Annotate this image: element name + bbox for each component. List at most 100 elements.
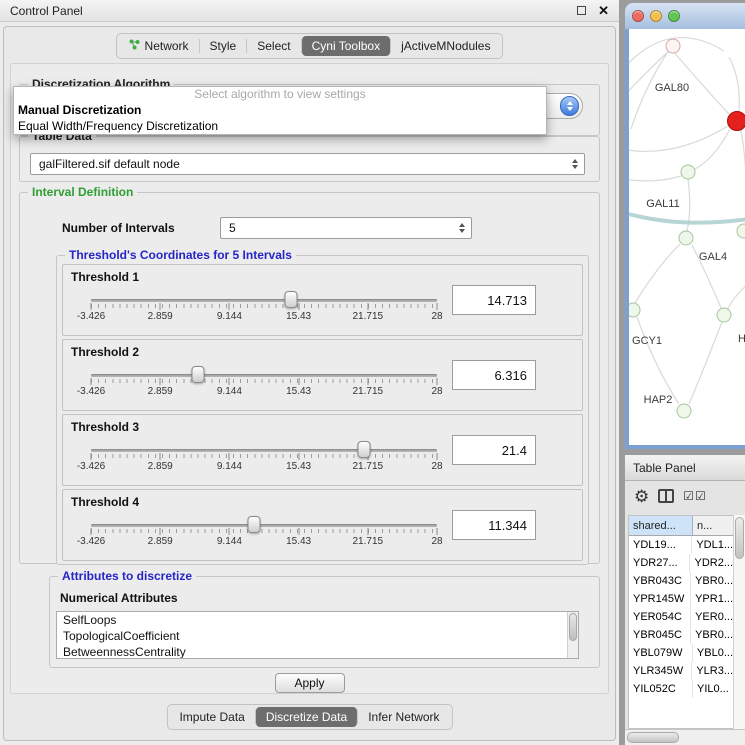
slider-track[interactable] [91, 449, 437, 452]
table-cell[interactable]: YBR0... [691, 626, 733, 644]
table-row[interactable]: YBR043C YBR0... [629, 572, 733, 590]
columns-icon[interactable] [658, 489, 674, 503]
list-vertical-scrollbar[interactable] [567, 612, 578, 658]
slider-major-tick [437, 528, 438, 535]
threshold-value-field[interactable] [452, 360, 536, 390]
slider-scale-label: 9.144 [217, 311, 242, 322]
table-row[interactable]: YDL19... YDL1... [629, 536, 733, 554]
network-canvas[interactable]: GAL80 GAL11 GAL4 GCY1 HAP2 H [629, 29, 745, 445]
threshold-slider[interactable]: -3.426 2.859 9.144 15.43 21.715 28 [91, 514, 437, 554]
slider-knob[interactable] [358, 441, 371, 458]
list-item[interactable]: TopologicalCoefficient [57, 628, 578, 644]
network-node[interactable] [717, 308, 732, 323]
table-cell[interactable]: YER0... [691, 608, 733, 626]
apply-button[interactable]: Apply [275, 673, 345, 693]
combo-value: 5 [229, 221, 236, 235]
table-cell[interactable]: YPR1... [691, 590, 733, 608]
select-columns-icons[interactable]: ☑☑ [683, 489, 707, 503]
algorithm-option-equal-width[interactable]: Equal Width/Frequency Discretization [14, 118, 546, 134]
table-cell[interactable]: YDR2... [690, 554, 733, 572]
tab-cyni-toolbox[interactable]: Cyni Toolbox [302, 36, 390, 56]
network-node-red[interactable] [727, 111, 745, 131]
close-window-icon[interactable]: ✕ [598, 4, 609, 17]
column-header-name[interactable]: n... [693, 516, 733, 535]
table-cell[interactable]: YLR345W [629, 662, 692, 680]
network-node[interactable] [737, 224, 745, 239]
table-row[interactable]: YLR345W YLR3... [629, 662, 733, 680]
scrollbar-thumb[interactable] [735, 517, 744, 559]
table-row[interactable]: YDR27... YDR2... [629, 554, 733, 572]
slider-scale-label: 2.859 [148, 386, 173, 397]
tab-style[interactable]: Style [200, 36, 247, 56]
table-row[interactable]: YBR045C YBR0... [629, 626, 733, 644]
threshold-label: Threshold 4 [71, 495, 139, 509]
table-cell[interactable]: YPR145W [629, 590, 691, 608]
network-node[interactable] [679, 231, 694, 246]
slider-knob[interactable] [284, 291, 297, 308]
network-node[interactable] [681, 165, 696, 180]
control-panel-window: Control Panel ✕ [0, 0, 619, 745]
table-cell[interactable]: YBR043C [629, 572, 691, 590]
table-row[interactable]: YER054C YER0... [629, 608, 733, 626]
scrollbar-thumb[interactable] [569, 613, 577, 641]
slider-major-tick [160, 378, 161, 385]
table-cell[interactable]: YER054C [629, 608, 691, 626]
table-cell[interactable]: YIL0... [693, 680, 733, 698]
slider-major-tick [298, 453, 299, 460]
table-cell[interactable]: YDR27... [629, 554, 690, 572]
tab-impute-data[interactable]: Impute Data [169, 707, 254, 727]
algorithm-combo-placeholder: Select algorithm to view settings [14, 87, 546, 102]
zoom-traffic-light[interactable] [668, 10, 680, 22]
tab-label: Select [257, 39, 290, 53]
column-header-shared-name[interactable]: shared... [629, 516, 693, 535]
scrollbar-thumb[interactable] [627, 732, 679, 743]
slider-track[interactable] [91, 524, 437, 527]
slider-scale-label: 21.715 [353, 461, 384, 472]
table-cell[interactable]: YDL1... [692, 536, 733, 554]
tab-select[interactable]: Select [247, 36, 300, 56]
table-cell[interactable]: YDL19... [629, 536, 692, 554]
threshold-value-field[interactable] [452, 510, 536, 540]
list-item[interactable]: BetweennessCentrality [57, 644, 578, 659]
network-node[interactable] [677, 404, 692, 419]
table-cell[interactable]: YBR045C [629, 626, 691, 644]
minimize-traffic-light[interactable] [650, 10, 662, 22]
slider-scale-label: 15.43 [286, 311, 311, 322]
threshold-value-field[interactable] [452, 435, 536, 465]
threshold-slider[interactable]: -3.426 2.859 9.144 15.43 21.715 28 [91, 289, 437, 329]
combo-dropdown-button[interactable] [560, 96, 579, 116]
slider-scale-label: 15.43 [286, 461, 311, 472]
table-cell[interactable]: YBL079W [629, 644, 693, 662]
tab-infer-network[interactable]: Infer Network [358, 707, 449, 727]
node-label: HAP2 [644, 394, 673, 406]
number-of-intervals-combo[interactable]: 5 [220, 217, 472, 239]
table-horizontal-scrollbar[interactable] [625, 729, 745, 745]
slider-track[interactable] [91, 299, 437, 302]
tab-network[interactable]: Network [119, 36, 199, 56]
tab-jactivemnodules[interactable]: jActiveMNodules [391, 36, 500, 56]
slider-knob[interactable] [192, 366, 205, 383]
table-row[interactable]: YBL079W YBL0... [629, 644, 733, 662]
numerical-attributes-list[interactable]: SelfLoops TopologicalCoefficient Between… [56, 611, 579, 659]
threshold-value-field[interactable] [452, 285, 536, 315]
tab-label: Network [145, 39, 189, 53]
list-item[interactable]: SelfLoops [57, 612, 578, 628]
table-cell[interactable]: YBL0... [693, 644, 733, 662]
threshold-slider[interactable]: -3.426 2.859 9.144 15.43 21.715 28 [91, 439, 437, 479]
algorithm-option-manual[interactable]: Manual Discretization [14, 102, 546, 118]
tab-discretize-data[interactable]: Discretize Data [256, 707, 357, 727]
close-traffic-light[interactable] [632, 10, 644, 22]
table-vertical-scrollbar[interactable] [733, 515, 745, 729]
threshold-slider[interactable]: -3.426 2.859 9.144 15.43 21.715 28 [91, 364, 437, 404]
table-row[interactable]: YIL052C YIL0... [629, 680, 733, 698]
table-cell[interactable]: YLR3... [692, 662, 733, 680]
table-cell[interactable]: YBR0... [691, 572, 733, 590]
table-row[interactable]: YPR145W YPR1... [629, 590, 733, 608]
float-window-icon[interactable] [577, 6, 586, 15]
gear-icon[interactable]: ⚙ [634, 488, 649, 505]
slider-track[interactable] [91, 374, 437, 377]
table-data-combo[interactable]: galFiltered.sif default node [30, 153, 585, 175]
table-cell[interactable]: YIL052C [629, 680, 693, 698]
slider-knob[interactable] [247, 516, 260, 533]
network-node[interactable] [666, 39, 681, 54]
